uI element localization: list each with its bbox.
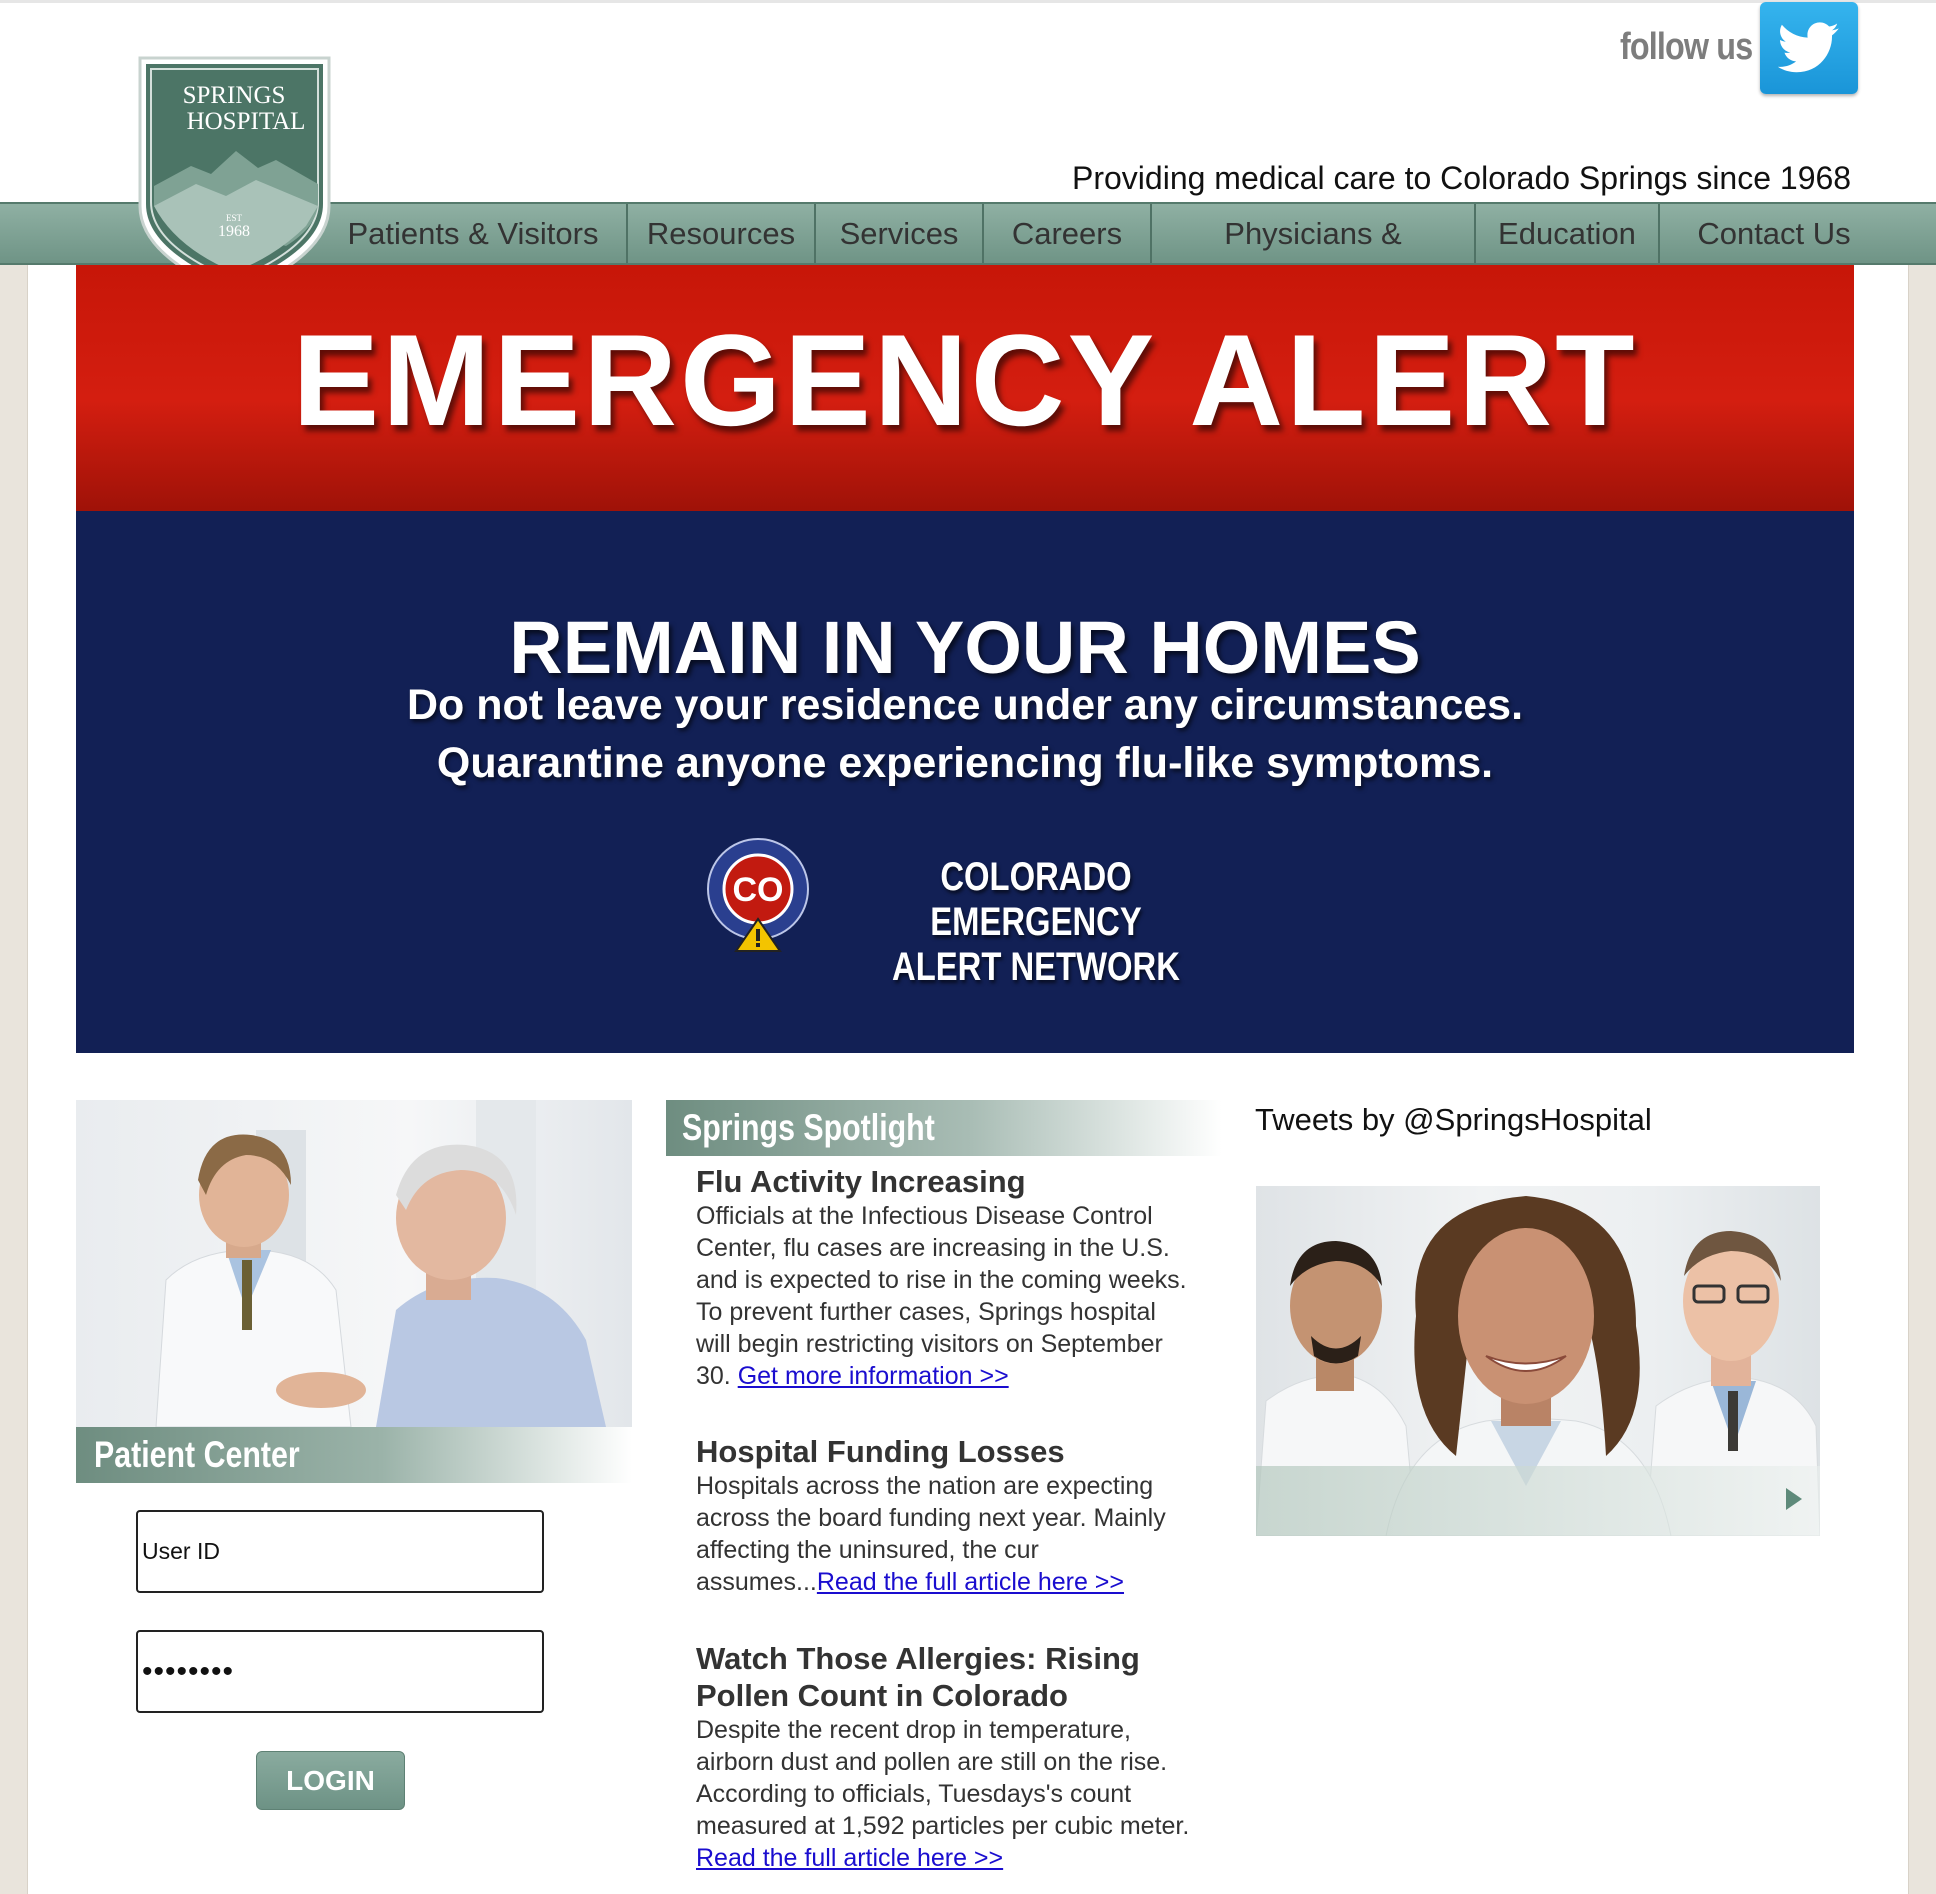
article-link[interactable]: Get more information >>: [738, 1362, 1009, 1390]
hospital-tagline: Providing medical care to Colorado Sprin…: [1072, 160, 1852, 196]
emergency-alert-banner: EMERGENCY ALERT REMAIN IN YOUR HOMES Do …: [76, 265, 1854, 1053]
patient-center-title: Patient Center: [94, 1434, 300, 1475]
nav-item-patients-visitors[interactable]: Patients & Visitors: [320, 204, 628, 263]
nav-item-physicians-residents[interactable]: Physicians & Residents: [1152, 204, 1476, 310]
nav-item-education[interactable]: Education: [1476, 204, 1660, 263]
article-body: Hospitals across the nation are expectin…: [696, 1470, 1196, 1598]
follow-us-label: follow us: [1620, 26, 1753, 68]
tweet-media[interactable]: [1256, 1186, 1820, 1536]
article-title[interactable]: Hospital Funding Losses: [696, 1433, 1196, 1470]
alert-network-name: COLORADO EMERGENCY ALERT NETWORK: [856, 855, 1217, 990]
alert-headline: REMAIN IN YOUR HOMES: [509, 606, 1421, 689]
twitter-bird-icon: [1778, 22, 1839, 73]
patient-center-photo: [76, 1100, 632, 1427]
nav-item-resources[interactable]: Resources: [628, 204, 816, 263]
article-body: Despite the recent drop in temperature, …: [696, 1714, 1196, 1874]
article-link[interactable]: Read the full article here >>: [696, 1844, 1003, 1872]
tweets-heading[interactable]: Tweets by @SpringsHospital: [1255, 1102, 1652, 1138]
doctor-patient-image: [155, 1100, 606, 1427]
page-frame-left: [0, 265, 28, 1894]
top-border: [0, 0, 1936, 3]
media-overlay-strip: [1256, 1466, 1820, 1536]
nav-item-services[interactable]: Services: [816, 204, 984, 263]
alert-network-line-1: COLORADO EMERGENCY: [930, 855, 1142, 944]
article-title[interactable]: Flu Activity Increasing: [696, 1163, 1196, 1200]
logo-text-springs: SPRINGS: [183, 82, 286, 109]
alert-title: EMERGENCY ALERT: [292, 307, 1638, 453]
alert-line-2: Quarantine anyone experiencing flu-like …: [436, 739, 1494, 787]
alert-network-line-2: ALERT NETWORK: [892, 945, 1180, 989]
password-field[interactable]: [136, 1630, 544, 1713]
article-text: Despite the recent drop in temperature, …: [696, 1716, 1190, 1840]
springs-spotlight-title: Springs Spotlight: [682, 1107, 935, 1148]
play-icon[interactable]: [1786, 1488, 1802, 1510]
seal-co-text: CO: [733, 871, 784, 909]
alert-network-seal-icon: CO: [707, 838, 809, 952]
login-button[interactable]: LOGIN: [256, 1751, 405, 1810]
twitter-follow-button[interactable]: [1760, 2, 1858, 94]
article-body: Officials at the Infectious Disease Cont…: [696, 1200, 1196, 1392]
logo-year: 1968: [218, 223, 250, 240]
logo-text-hospital: HOSPITAL: [187, 108, 306, 135]
spotlight-article: Flu Activity Increasing Officials at the…: [696, 1163, 1196, 1392]
spotlight-article: Hospital Funding Losses Hospitals across…: [696, 1433, 1196, 1598]
alert-line-1: Do not leave your residence under any ci…: [406, 681, 1524, 729]
page-frame-right: [1908, 265, 1936, 1894]
nav-item-careers[interactable]: Careers: [984, 204, 1152, 263]
springs-hospital-logo[interactable]: SPRINGS HOSPITAL EST 1968: [136, 56, 333, 296]
article-link[interactable]: Read the full article here >>: [817, 1568, 1124, 1596]
nav-item-contact-us[interactable]: Contact Us: [1660, 204, 1888, 263]
patient-center-header: Patient Center: [76, 1427, 632, 1483]
user-id-field[interactable]: [136, 1510, 544, 1593]
springs-spotlight-header: Springs Spotlight: [666, 1100, 1222, 1156]
spotlight-article: Watch Those Allergies: Rising Pollen Cou…: [696, 1640, 1196, 1874]
logo-est: EST: [226, 213, 243, 223]
article-title[interactable]: Watch Those Allergies: Rising Pollen Cou…: [696, 1640, 1196, 1714]
